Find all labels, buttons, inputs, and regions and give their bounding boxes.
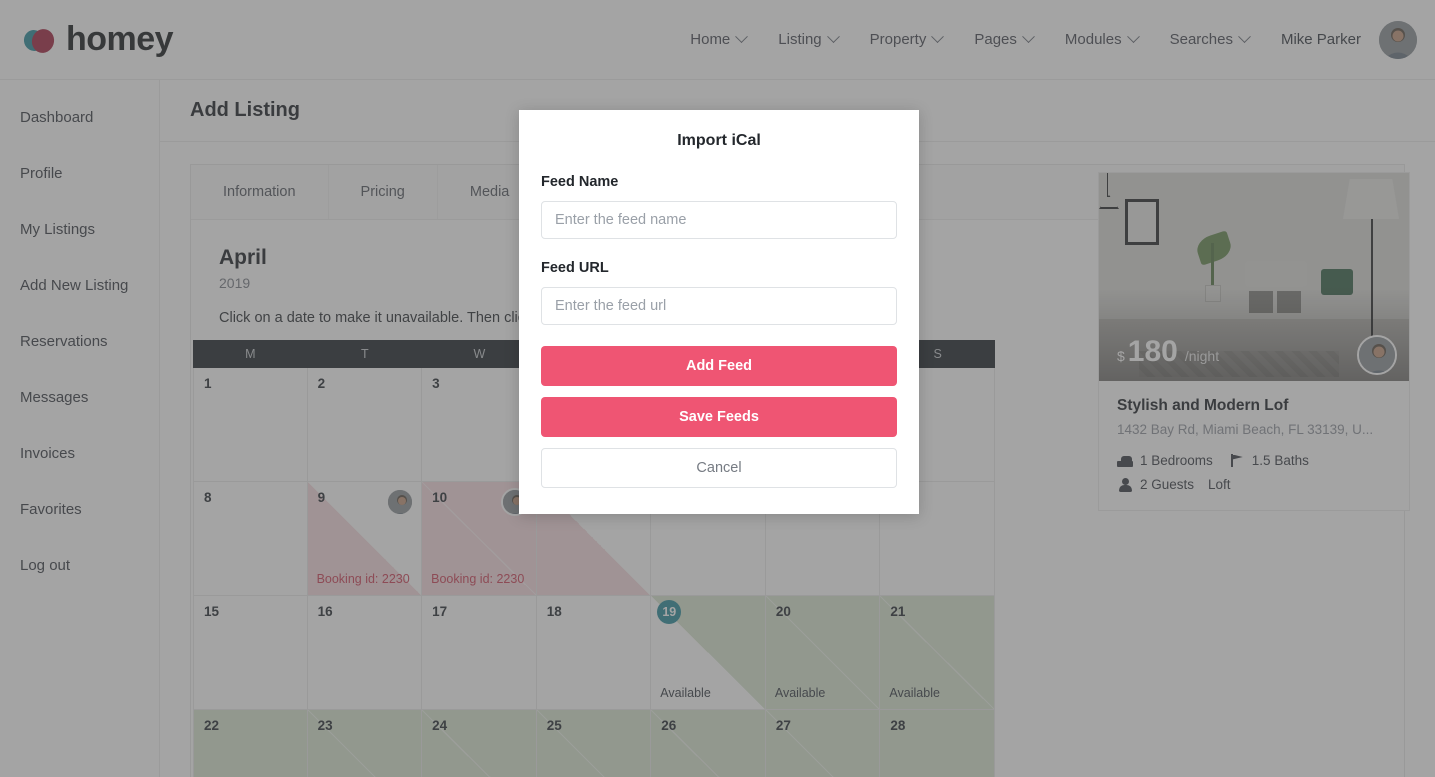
modal-title: Import iCal	[677, 132, 761, 149]
add-feed-button[interactable]: Add Feed	[541, 346, 897, 386]
cancel-button[interactable]: Cancel	[541, 448, 897, 488]
save-feeds-button[interactable]: Save Feeds	[541, 397, 897, 437]
app-root: homey Home Listing Property Pages	[0, 0, 1435, 777]
import-ical-modal: Import iCal Feed Name Feed URL Add Feed …	[519, 110, 919, 514]
feed-name-input[interactable]	[541, 201, 897, 239]
feed-url-input[interactable]	[541, 287, 897, 325]
feed-url-label: Feed URL	[541, 260, 609, 276]
feed-name-label: Feed Name	[541, 174, 619, 190]
